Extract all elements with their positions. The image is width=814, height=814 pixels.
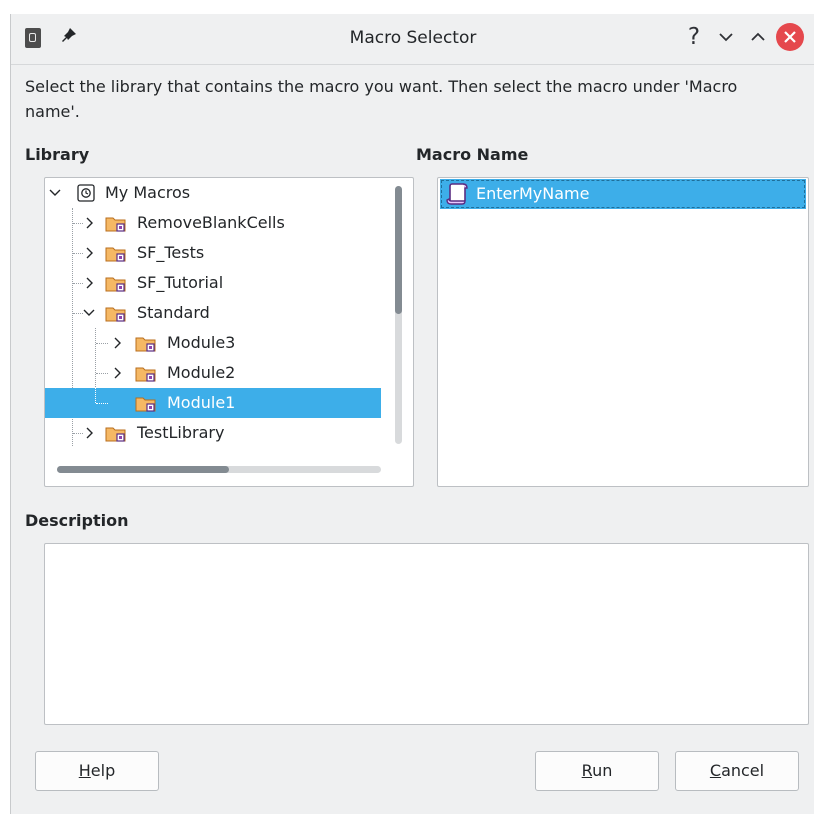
tree-item-testlibrary[interactable]: TestLibrary: [45, 418, 381, 448]
chevron-right-icon[interactable]: [83, 277, 95, 289]
tree-connector: [95, 388, 96, 403]
horizontal-scrollbar-thumb[interactable]: [57, 466, 229, 473]
tree-item-label: SF_Tutorial: [137, 273, 224, 292]
minimize-button[interactable]: [713, 24, 739, 50]
chevron-right-icon[interactable]: [111, 337, 123, 349]
tree-item-standard[interactable]: Standard: [45, 298, 381, 328]
tree-item-module1[interactable]: Module1: [45, 388, 381, 418]
chevron-down-icon[interactable]: [49, 187, 61, 199]
macro-library-icon: [77, 184, 95, 202]
tree-item-label: Module3: [167, 333, 236, 352]
tree-item-sf-tests[interactable]: SF_Tests: [45, 238, 381, 268]
tree-item-removeblankcells[interactable]: RemoveBlankCells: [45, 208, 381, 238]
folder-macro-icon: [105, 217, 126, 232]
macro-name-label: Macro Name: [416, 145, 529, 164]
tree-item-module2[interactable]: Module2: [45, 358, 381, 388]
tree-item-label: TestLibrary: [137, 423, 225, 442]
macro-item-entermyname[interactable]: EnterMyName: [440, 179, 806, 209]
tree-item-label: Module2: [167, 363, 236, 382]
close-button[interactable]: [776, 23, 804, 51]
title-bar: Macro Selector ?: [11, 14, 814, 65]
help-button-label: elp: [90, 761, 116, 780]
vertical-scrollbar-thumb[interactable]: [395, 186, 402, 314]
folder-macro-icon: [105, 277, 126, 292]
horizontal-scrollbar[interactable]: [57, 466, 381, 473]
tree-item-label: Standard: [137, 303, 210, 322]
folder-macro-icon: [135, 337, 156, 352]
folder-macro-icon: [105, 247, 126, 262]
folder-macro-icon: [105, 427, 126, 442]
tree-connector: [96, 403, 108, 404]
macro-name-list[interactable]: EnterMyName: [437, 177, 809, 487]
library-label: Library: [25, 145, 90, 164]
chevron-right-icon[interactable]: [111, 367, 123, 379]
macro-item-label: EnterMyName: [476, 184, 590, 203]
tree-item-label: My Macros: [105, 183, 191, 202]
tree-item-label: Module1: [167, 393, 236, 412]
folder-macro-icon: [135, 367, 156, 382]
macro-selector-dialog: Macro Selector ? Select the library that…: [10, 14, 814, 814]
vertical-scrollbar[interactable]: [395, 186, 402, 444]
maximize-button[interactable]: [745, 24, 771, 50]
tree-item-label: SF_Tests: [137, 243, 205, 262]
run-button[interactable]: Run: [535, 751, 659, 791]
help-button-mnemonic: H: [78, 761, 91, 780]
description-field[interactable]: [44, 543, 809, 725]
tree-item-my-macros[interactable]: My Macros: [45, 178, 381, 208]
chevron-down-icon[interactable]: [83, 307, 95, 319]
instructions-text: Select the library that contains the mac…: [25, 77, 738, 121]
cancel-button-label: ancel: [721, 761, 765, 780]
run-button-label: un: [592, 761, 613, 780]
tree-item-sf-tutorial[interactable]: SF_Tutorial: [45, 268, 381, 298]
macro-scroll-icon: [446, 183, 468, 205]
run-button-mnemonic: R: [581, 761, 593, 780]
folder-macro-icon: [135, 397, 156, 412]
chevron-right-icon[interactable]: [83, 217, 95, 229]
cancel-button[interactable]: Cancel: [675, 751, 799, 791]
chevron-right-icon[interactable]: [83, 247, 95, 259]
help-button[interactable]: Help: [35, 751, 159, 791]
folder-macro-icon: [105, 307, 126, 322]
cancel-button-mnemonic: C: [709, 761, 722, 780]
tree-item-label: RemoveBlankCells: [137, 213, 285, 232]
library-tree[interactable]: My Macros RemoveBlankCells SF_Tests SF_T…: [44, 177, 414, 487]
context-help-button[interactable]: ?: [681, 24, 707, 50]
description-label: Description: [25, 511, 129, 530]
tree-item-module3[interactable]: Module3: [45, 328, 381, 358]
chevron-right-icon[interactable]: [83, 427, 95, 439]
